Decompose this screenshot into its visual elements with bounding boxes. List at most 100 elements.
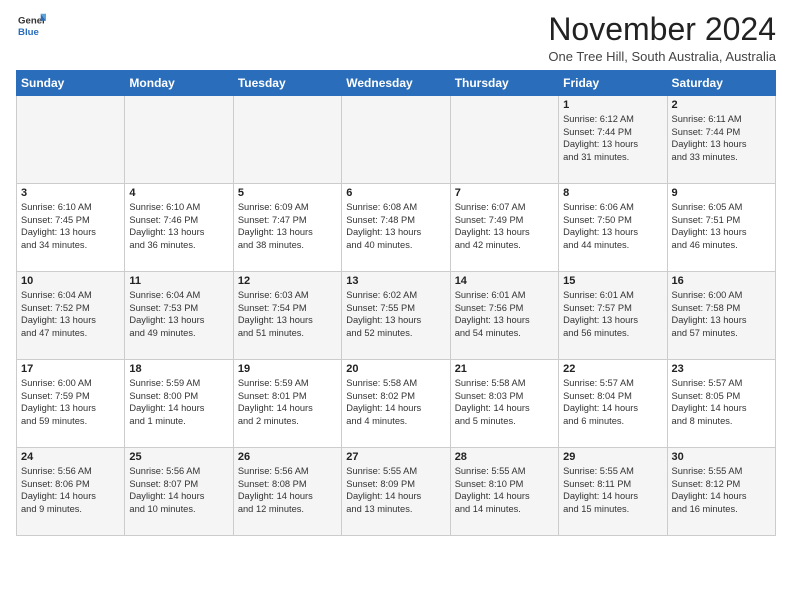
header-saturday: Saturday [667,71,775,96]
table-row: 14Sunrise: 6:01 AM Sunset: 7:56 PM Dayli… [450,272,558,360]
day-info: Sunrise: 5:55 AM Sunset: 8:10 PM Dayligh… [455,465,554,515]
table-row: 4 Sunrise: 6:10 AM Sunset: 7:46 PM Daylig… [125,184,233,272]
month-title: November 2024 [548,12,776,47]
header-monday: Monday [125,71,233,96]
day-info: Sunrise: 6:02 AM Sunset: 7:55 PM Dayligh… [346,289,445,339]
day-info: Sunrise: 5:58 AM Sunset: 8:02 PM Dayligh… [346,377,445,427]
day-number: 29 [563,451,662,463]
table-row [450,96,558,184]
day-info: Sunrise: 6:06 AM Sunset: 7:50 PM Dayligh… [563,201,662,251]
day-info: Sunrise: 5:56 AM Sunset: 8:08 PM Dayligh… [238,465,337,515]
header-thursday: Thursday [450,71,558,96]
day-number: 22 [563,363,662,375]
day-number: 20 [346,363,445,375]
header-tuesday: Tuesday [233,71,341,96]
day-number: 7 [455,187,554,199]
day-info: Sunrise: 6:10 AM Sunset: 7:45 PM Dayligh… [21,201,120,251]
day-number: 4 [129,187,228,199]
svg-text:Blue: Blue [18,27,39,38]
day-number: 26 [238,451,337,463]
table-row: 2 Sunrise: 6:11 AM Sunset: 7:44 PM Daylig… [667,96,775,184]
table-row: 10 Sunrise: 6:04 AM Sunset: 7:52 PM Dayli… [17,272,125,360]
day-number: 27 [346,451,445,463]
day-info: Sunrise: 6:04 AM Sunset: 7:52 PM Dayligh… [21,289,120,339]
table-row [17,96,125,184]
day-number: 5 [238,187,337,199]
day-info: Sunrise: 6:01 AM Sunset: 7:57 PM Dayligh… [563,289,662,339]
table-row: 3 Sunrise: 6:10 AM Sunset: 7:45 PM Daylig… [17,184,125,272]
day-info: Sunrise: 5:59 AM Sunset: 8:00 PM Dayligh… [129,377,228,427]
day-info: Sunrise: 6:08 AM Sunset: 7:48 PM Dayligh… [346,201,445,251]
table-row [125,96,233,184]
day-number: 17 [21,363,120,375]
header-wednesday: Wednesday [342,71,450,96]
weekday-header-row: Sunday Monday Tuesday Wednesday Thursday… [17,71,776,96]
table-row: 29 Sunrise: 5:55 AM Sunset: 8:11 PM Dayli… [559,448,667,536]
day-number: 10 [21,275,120,287]
day-info: Sunrise: 6:11 AM Sunset: 7:44 PM Dayligh… [672,113,771,163]
day-number: 21 [455,363,554,375]
day-info: Sunrise: 5:55 AM Sunset: 8:11 PM Dayligh… [563,465,662,515]
table-row: 28 Sunrise: 5:55 AM Sunset: 8:10 PM Dayli… [450,448,558,536]
table-row: 21 Sunrise: 5:58 AM Sunset: 8:03 PM Dayli… [450,360,558,448]
day-number: 18 [129,363,228,375]
day-number: 15 [563,275,662,287]
table-row: 13 Sunrise: 6:02 AM Sunset: 7:55 PM Dayli… [342,272,450,360]
table-row: 26 Sunrise: 5:56 AM Sunset: 8:08 PM Dayli… [233,448,341,536]
day-info: Sunrise: 6:04 AM Sunset: 7:53 PM Dayligh… [129,289,228,339]
day-number: 19 [238,363,337,375]
day-number: 1 [563,99,662,111]
day-info: Sunrise: 6:03 AM Sunset: 7:54 PM Dayligh… [238,289,337,339]
table-row: 6 Sunrise: 6:08 AM Sunset: 7:48 PM Daylig… [342,184,450,272]
day-info: Sunrise: 6:01 AM Sunset: 7:56 PM Dayligh… [455,289,554,339]
table-row: 22 Sunrise: 5:57 AM Sunset: 8:04 PM Dayli… [559,360,667,448]
day-number: 28 [455,451,554,463]
calendar-week-row: 24Sunrise: 5:56 AM Sunset: 8:06 PM Dayli… [17,448,776,536]
table-row: 30Sunrise: 5:55 AM Sunset: 8:12 PM Dayli… [667,448,775,536]
day-info: Sunrise: 5:57 AM Sunset: 8:04 PM Dayligh… [563,377,662,427]
table-row: 7 Sunrise: 6:07 AM Sunset: 7:49 PM Daylig… [450,184,558,272]
day-info: Sunrise: 6:00 AM Sunset: 7:59 PM Dayligh… [21,377,120,427]
calendar-week-row: 10 Sunrise: 6:04 AM Sunset: 7:52 PM Dayli… [17,272,776,360]
day-number: 13 [346,275,445,287]
calendar-table: Sunday Monday Tuesday Wednesday Thursday… [16,70,776,536]
day-info: Sunrise: 5:55 AM Sunset: 8:09 PM Dayligh… [346,465,445,515]
table-row: 18 Sunrise: 5:59 AM Sunset: 8:00 PM Dayli… [125,360,233,448]
header-sunday: Sunday [17,71,125,96]
table-row: 9 Sunrise: 6:05 AM Sunset: 7:51 PM Daylig… [667,184,775,272]
day-info: Sunrise: 5:57 AM Sunset: 8:05 PM Dayligh… [672,377,771,427]
location: One Tree Hill, South Australia, Australi… [548,49,776,64]
day-number: 6 [346,187,445,199]
day-info: Sunrise: 6:12 AM Sunset: 7:44 PM Dayligh… [563,113,662,163]
day-number: 12 [238,275,337,287]
day-info: Sunrise: 6:05 AM Sunset: 7:51 PM Dayligh… [672,201,771,251]
table-row: 5Sunrise: 6:09 AM Sunset: 7:47 PM Daylig… [233,184,341,272]
table-row: 8Sunrise: 6:06 AM Sunset: 7:50 PM Daylig… [559,184,667,272]
day-number: 16 [672,275,771,287]
table-row [233,96,341,184]
day-number: 30 [672,451,771,463]
table-row [342,96,450,184]
logo: General Blue [16,12,46,40]
day-info: Sunrise: 6:10 AM Sunset: 7:46 PM Dayligh… [129,201,228,251]
title-block: November 2024 One Tree Hill, South Austr… [548,12,776,64]
calendar-week-row: 3 Sunrise: 6:10 AM Sunset: 7:45 PM Daylig… [17,184,776,272]
table-row: 11Sunrise: 6:04 AM Sunset: 7:53 PM Dayli… [125,272,233,360]
day-number: 3 [21,187,120,199]
calendar-week-row: 17 Sunrise: 6:00 AM Sunset: 7:59 PM Dayli… [17,360,776,448]
day-number: 23 [672,363,771,375]
header: General Blue November 2024 One Tree Hill… [16,12,776,64]
day-info: Sunrise: 5:56 AM Sunset: 8:07 PM Dayligh… [129,465,228,515]
day-info: Sunrise: 5:58 AM Sunset: 8:03 PM Dayligh… [455,377,554,427]
day-number: 9 [672,187,771,199]
table-row: 20 Sunrise: 5:58 AM Sunset: 8:02 PM Dayli… [342,360,450,448]
day-number: 2 [672,99,771,111]
day-info: Sunrise: 6:07 AM Sunset: 7:49 PM Dayligh… [455,201,554,251]
logo-icon: General Blue [18,12,46,40]
day-info: Sunrise: 6:00 AM Sunset: 7:58 PM Dayligh… [672,289,771,339]
calendar-week-row: 1 Sunrise: 6:12 AM Sunset: 7:44 PM Daylig… [17,96,776,184]
table-row: 23 Sunrise: 5:57 AM Sunset: 8:05 PM Dayli… [667,360,775,448]
table-row: 15 Sunrise: 6:01 AM Sunset: 7:57 PM Dayli… [559,272,667,360]
day-number: 24 [21,451,120,463]
header-friday: Friday [559,71,667,96]
